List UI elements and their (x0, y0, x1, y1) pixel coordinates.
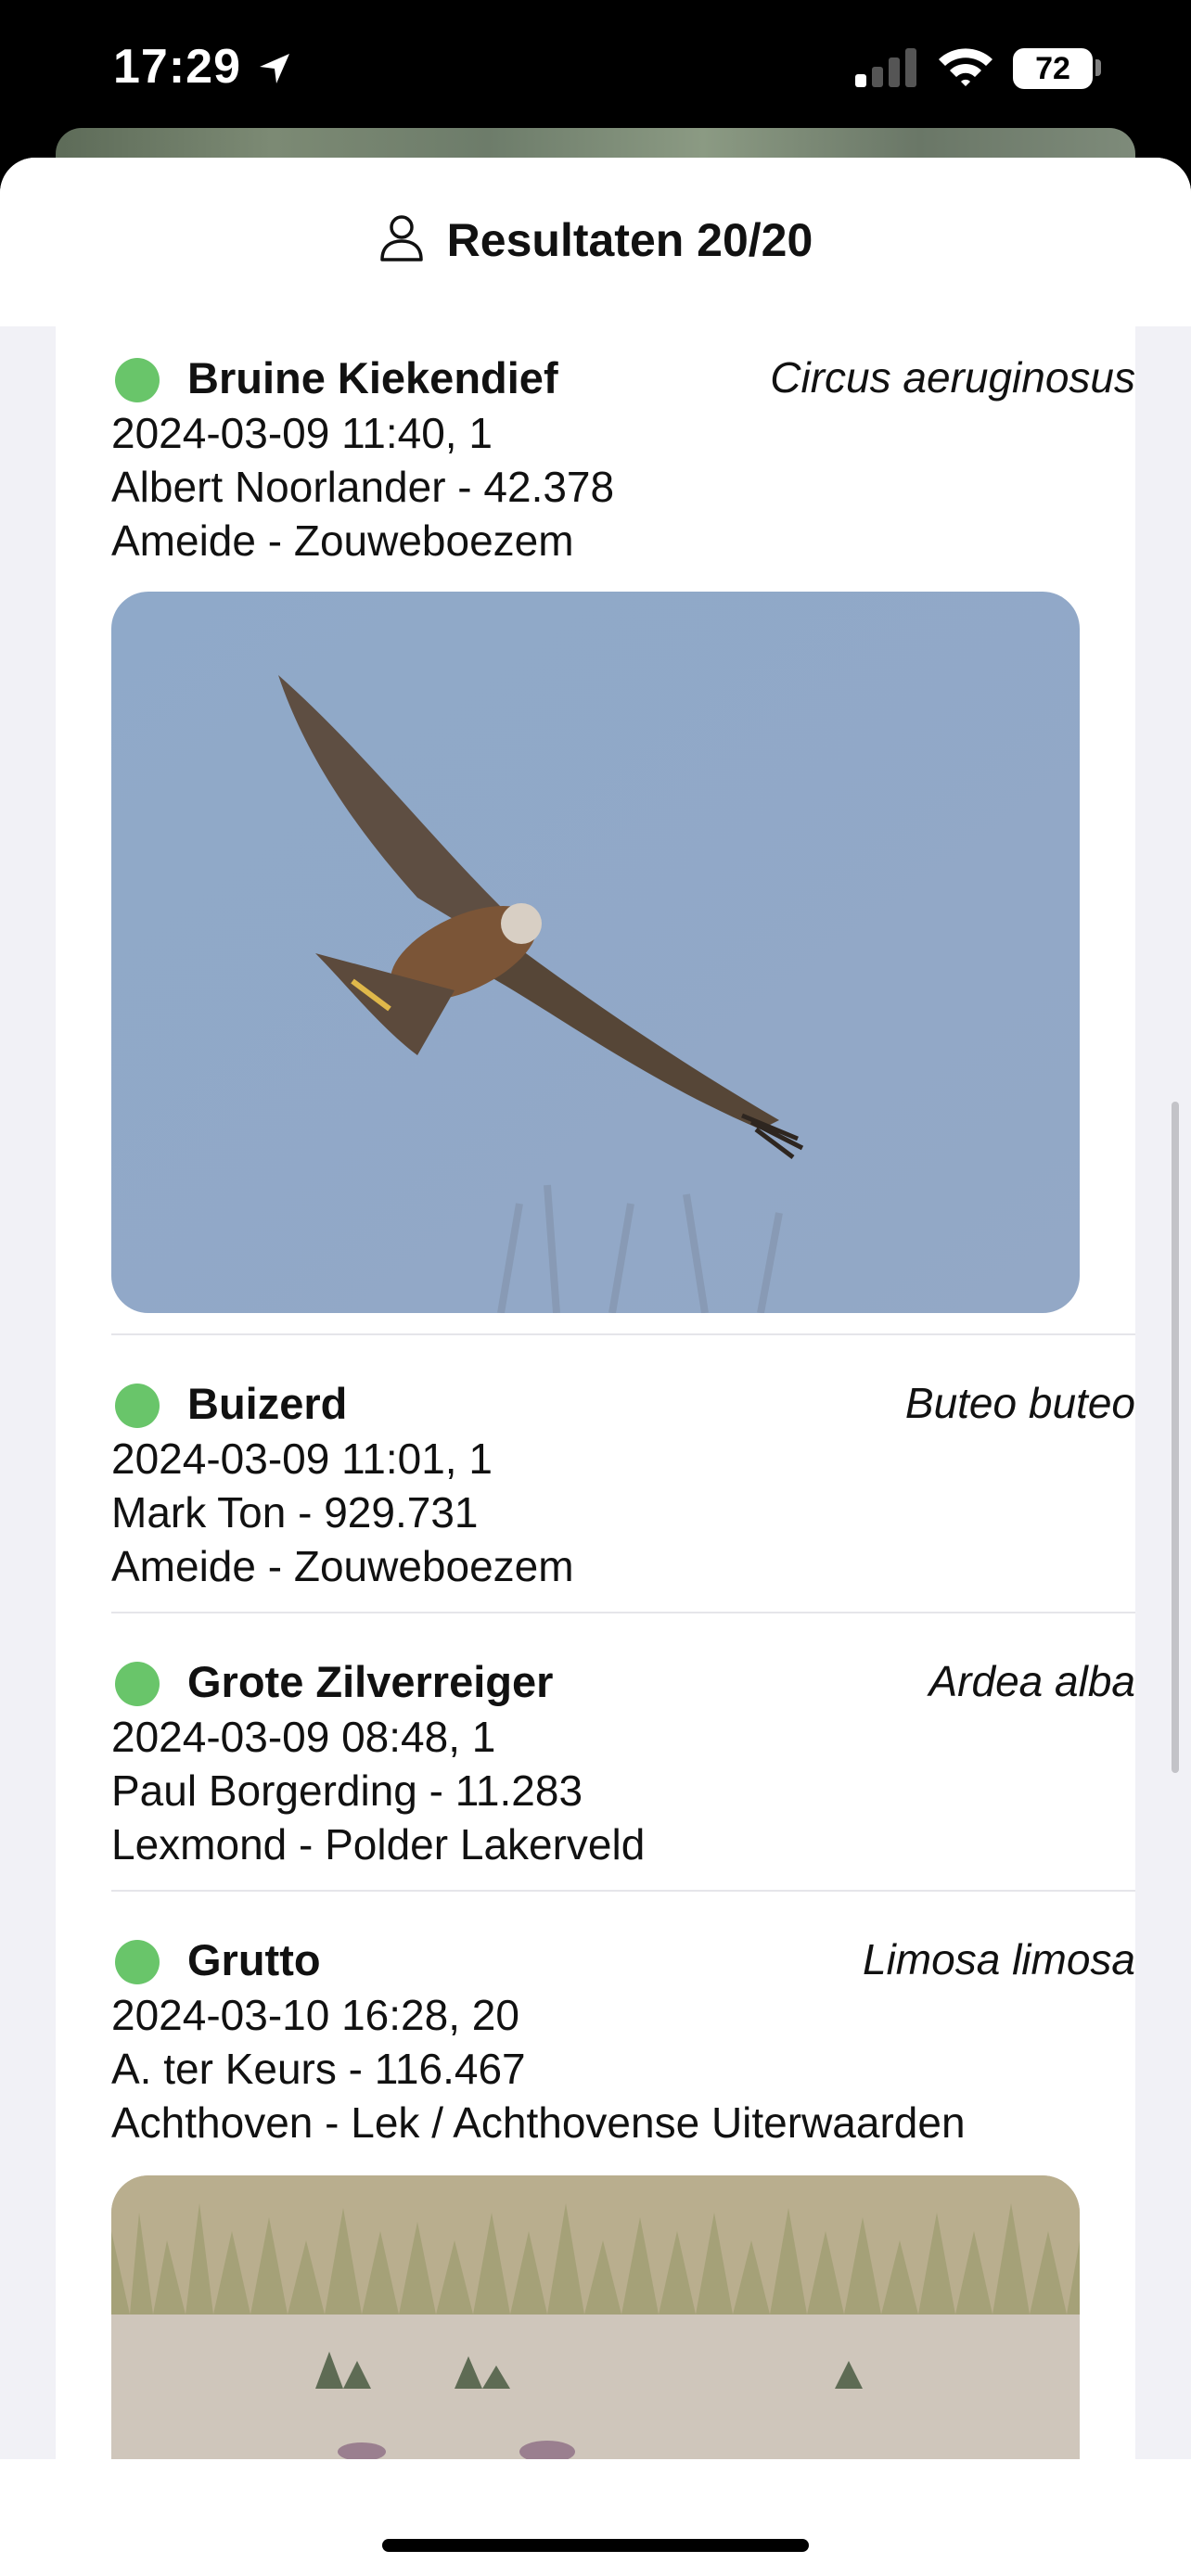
bottom-bar (0, 2459, 1191, 2576)
datetime-count: 2024-03-09 08:48, 1 (111, 1713, 496, 1761)
location-arrow-icon (256, 50, 293, 92)
scroll-indicator[interactable] (1172, 1102, 1179, 1773)
observation-photo[interactable] (111, 2175, 1080, 2459)
observer: A. ter Keurs - 116.467 (111, 2045, 526, 2093)
scientific-name: Ardea alba (928, 1657, 1136, 1705)
species-name: Buizerd (187, 1379, 348, 1428)
list-item[interactable]: Grote Zilverreiger Ardea alba 2024-03-09… (111, 1654, 1135, 1871)
observation-photo[interactable] (111, 592, 1080, 1313)
battery-nub (1095, 59, 1101, 76)
status-dot (115, 1662, 160, 1706)
scientific-name: Buteo buteo (904, 1379, 1135, 1427)
results-card: Bruine Kiekendief Circus aeruginosus 202… (56, 326, 1135, 2459)
wifi-icon (937, 45, 994, 92)
person-icon (378, 214, 425, 267)
divider (111, 1612, 1135, 1613)
location: Ameide - Zouweboezem (111, 516, 574, 565)
species-name: Bruine Kiekendief (187, 353, 558, 402)
results-list: Bruine Kiekendief Circus aeruginosus 202… (0, 326, 1191, 2576)
species-name: Grutto (187, 1935, 321, 1984)
location: Ameide - Zouweboezem (111, 1542, 574, 1590)
cellular-signal-icon (855, 46, 920, 92)
location: Achthoven - Lek / Achthovense Uiterwaard… (111, 2098, 966, 2147)
divider (111, 1890, 1135, 1892)
location: Lexmond - Polder Lakerveld (111, 1820, 646, 1868)
battery-icon: 72 (1013, 48, 1093, 89)
results-title: Resultaten 20/20 (446, 214, 813, 266)
list-item[interactable]: Grutto Limosa limosa 2024-03-10 16:28, 2… (111, 1932, 1135, 2149)
datetime-count: 2024-03-09 11:01, 1 (111, 1435, 493, 1483)
status-dot (115, 1384, 160, 1428)
scientific-name: Circus aeruginosus (770, 353, 1135, 402)
status-dot (115, 358, 160, 402)
results-sheet: Resultaten 20/20 Bruine Kiekendief Circu… (0, 158, 1191, 2576)
list-item[interactable]: Buizerd Buteo buteo 2024-03-09 11:01, 1 … (111, 1376, 1135, 1593)
observer: Albert Noorlander - 42.378 (111, 463, 615, 511)
observer: Mark Ton - 929.731 (111, 1488, 479, 1537)
home-indicator[interactable] (382, 2539, 809, 2552)
scientific-name: Limosa limosa (863, 1935, 1135, 1983)
species-name: Grote Zilverreiger (187, 1657, 554, 1706)
status-dot (115, 1940, 160, 1984)
status-bar: 17:29 72 (0, 0, 1191, 139)
status-time: 17:29 (113, 40, 241, 94)
datetime-count: 2024-03-10 16:28, 20 (111, 1991, 519, 2039)
sheet-header: Resultaten 20/20 (0, 158, 1191, 326)
datetime-count: 2024-03-09 11:40, 1 (111, 409, 493, 457)
observer: Paul Borgerding - 11.283 (111, 1766, 583, 1815)
divider (111, 1333, 1135, 1335)
list-item[interactable]: Bruine Kiekendief Circus aeruginosus 202… (111, 351, 1135, 567)
